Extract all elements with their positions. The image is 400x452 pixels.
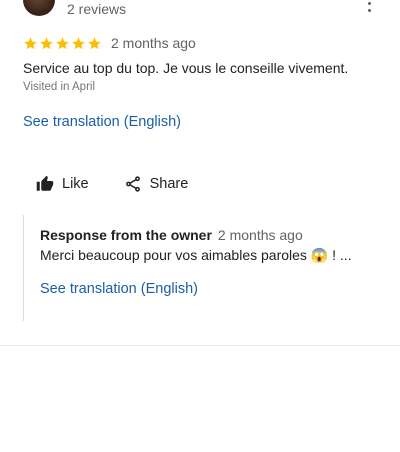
owner-response-header: Response from the owner 2 months ago: [40, 227, 303, 243]
owner-text-part-1: Merci beaucoup pour vos aimables paroles: [40, 247, 311, 263]
section-divider: [0, 345, 400, 346]
star-icon: [88, 36, 101, 49]
review-time: 2 months ago: [111, 35, 196, 51]
like-button[interactable]: Like: [36, 175, 89, 193]
owner-response-title: Response from the owner: [40, 227, 212, 243]
star-icon: [72, 36, 85, 49]
owner-see-translation-link[interactable]: See translation (English): [40, 281, 198, 297]
rating-row: 2 months ago: [23, 35, 196, 51]
review-text: Service au top du top. Je vous le consei…: [23, 60, 349, 76]
owner-response-text: Merci beaucoup pour vos aimables paroles…: [40, 247, 352, 264]
owner-response-time: 2 months ago: [217, 227, 303, 243]
more-options-icon[interactable]: [363, 0, 375, 12]
star-icon: [56, 36, 69, 49]
like-label: Like: [62, 176, 89, 192]
reviewer-avatar[interactable]: [23, 0, 55, 16]
visited-date: Visited in April: [23, 81, 96, 93]
owner-response: Response from the owner 2 months ago Merc…: [23, 215, 384, 321]
review-actions: Like Share: [36, 175, 188, 193]
scream-emoji: 😱: [310, 247, 329, 263]
share-label: Share: [149, 176, 189, 192]
reviewer-review-count: 2 reviews: [67, 1, 127, 17]
share-button[interactable]: Share: [124, 175, 189, 193]
star-icon: [40, 36, 53, 49]
owner-text-part-2: ! ...: [328, 247, 352, 263]
star-rating: [23, 36, 103, 51]
share-icon: [125, 176, 140, 192]
thumb-up-icon: [36, 175, 54, 191]
see-translation-link[interactable]: See translation (English): [23, 114, 181, 130]
star-icon: [24, 36, 37, 49]
